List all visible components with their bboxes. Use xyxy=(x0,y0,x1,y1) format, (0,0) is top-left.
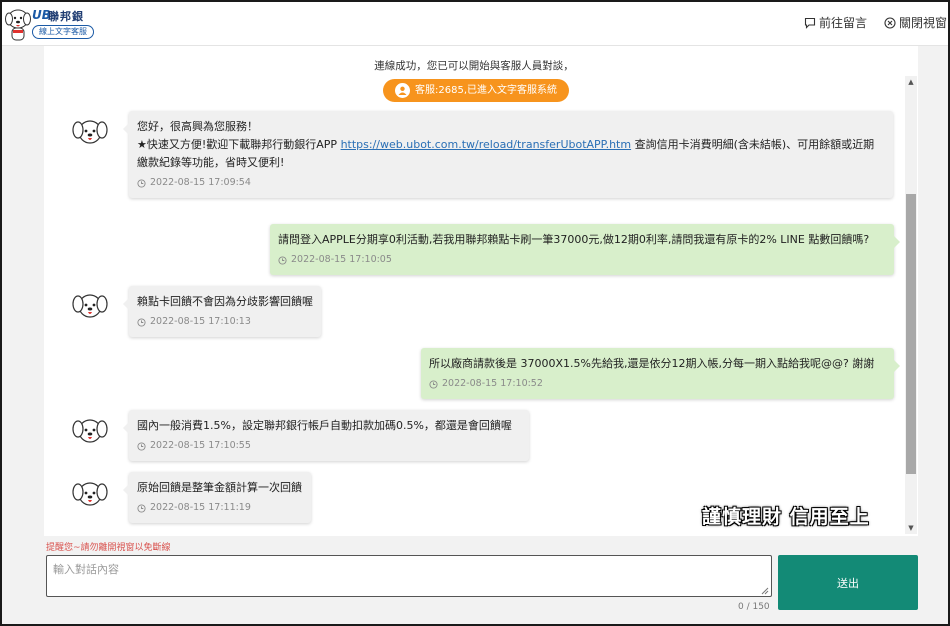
resize-grip-icon[interactable] xyxy=(760,586,769,595)
connection-notice: 連線成功，您已可以開始與客服人員對談， xyxy=(374,60,574,72)
header: UB 聯邦銀行 線上文字客服 前往留言 關閉視窗 xyxy=(2,2,948,46)
clock-icon xyxy=(137,503,146,513)
chat-panel[interactable]: 連線成功，您已可以開始與客服人員對談， 客服:2685,已進入文字客服系統 您好… xyxy=(44,46,918,536)
clock-icon xyxy=(137,317,146,327)
leave-message-button[interactable]: 前往留言 xyxy=(804,14,867,32)
agent-message: 賴點卡回饋不會因為分歧影響回饋喔 2022-08-15 17:10:13 xyxy=(123,286,321,337)
clock-icon xyxy=(137,178,146,188)
user-icon xyxy=(395,83,410,98)
agent-avatar-icon xyxy=(72,294,108,318)
close-circle-icon xyxy=(884,17,896,29)
agent-message: 原始回饋是整筆金額計算一次回饋 2022-08-15 17:11:19 xyxy=(123,472,311,523)
watermark-slogan: 謹慎理財 信用至上 xyxy=(702,506,870,528)
scroll-thumb[interactable] xyxy=(906,194,916,474)
speech-bubble-icon xyxy=(804,17,816,29)
message-timestamp: 2022-08-15 17:10:05 xyxy=(278,251,886,269)
message-timestamp: 2022-08-15 17:09:54 xyxy=(137,174,885,192)
agent-avatar-icon xyxy=(72,120,108,144)
leave-message-label: 前往留言 xyxy=(819,16,868,30)
message-text: 所以廠商請款後是 37000X1.5%先給我,還是依分12期入帳,分每一期入點給… xyxy=(429,357,875,370)
message-text: 國內一般消費1.5%，設定聯邦銀行帳戶自動扣款加碼0.5%，都還是會回饋喔 xyxy=(137,419,512,432)
scroll-up-arrow-icon[interactable]: ▲ xyxy=(905,76,917,88)
user-message: 請問登入APPLE分期享0利活動,若我用聯邦賴點卡刷一筆37000元,做12期0… xyxy=(270,224,900,275)
character-counter: 0 / 150 xyxy=(738,602,770,612)
agent-avatar-icon xyxy=(72,419,108,443)
message-timestamp: 2022-08-15 17:11:19 xyxy=(137,499,303,517)
message-timestamp: 2022-08-15 17:10:52 xyxy=(429,375,886,393)
message-text: 您好，很高興為您服務！ xyxy=(137,120,258,133)
app-download-link[interactable]: https://web.ubot.com.tw/reload/transferU… xyxy=(341,138,632,151)
clock-icon xyxy=(137,441,146,451)
bank-logo: UB 聯邦銀行 線上文字客服 xyxy=(4,4,94,44)
chat-window: UB 聯邦銀行 線上文字客服 前往留言 關閉視窗 連線成功，您已可以開始與客服人… xyxy=(0,0,950,626)
close-window-label: 關閉視窗 xyxy=(899,16,948,30)
agent-status-pill: 客服:2685,已進入文字客服系統 xyxy=(383,79,569,102)
message-text-promo: ★快速又方便!歡迎下載聯邦行動銀行APP https://web.ubot.co… xyxy=(137,138,875,169)
user-message: 所以廠商請款後是 37000X1.5%先給我,還是依分12期入帳,分每一期入點給… xyxy=(421,348,900,399)
agent-message: 國內一般消費1.5%，設定聯邦銀行帳戶自動扣款加碼0.5%，都還是會回饋喔 20… xyxy=(123,410,529,461)
message-timestamp: 2022-08-15 17:10:55 xyxy=(137,437,521,455)
agent-message: 您好，很高興為您服務！ ★快速又方便!歡迎下載聯邦行動銀行APP https:/… xyxy=(123,111,893,198)
message-text: 賴點卡回饋不會因為分歧影響回饋喔 xyxy=(137,295,313,308)
scroll-down-arrow-icon[interactable]: ▼ xyxy=(905,522,917,534)
message-timestamp: 2022-08-15 17:10:13 xyxy=(137,313,313,331)
clock-icon xyxy=(429,379,438,389)
message-input[interactable] xyxy=(46,555,772,597)
message-text: 請問登入APPLE分期享0利活動,若我用聯邦賴點卡刷一筆37000元,做12期0… xyxy=(278,233,870,246)
close-window-button[interactable]: 關閉視窗 xyxy=(884,14,947,32)
dog-mascot-icon xyxy=(5,9,31,41)
message-text: 原始回饋是整筆金額計算一次回饋 xyxy=(137,481,302,494)
chat-scrollbar[interactable]: ▲ ▼ xyxy=(905,76,917,534)
agent-avatar-icon xyxy=(72,482,108,506)
agent-status-text: 客服:2685,已進入文字客服系統 xyxy=(415,85,557,96)
clock-icon xyxy=(278,255,287,265)
service-tag: 線上文字客服 xyxy=(32,25,94,39)
send-button[interactable]: 送出 xyxy=(778,555,918,610)
disconnect-reminder: 提醒您~請勿離開視窗以免斷線 xyxy=(46,543,171,553)
